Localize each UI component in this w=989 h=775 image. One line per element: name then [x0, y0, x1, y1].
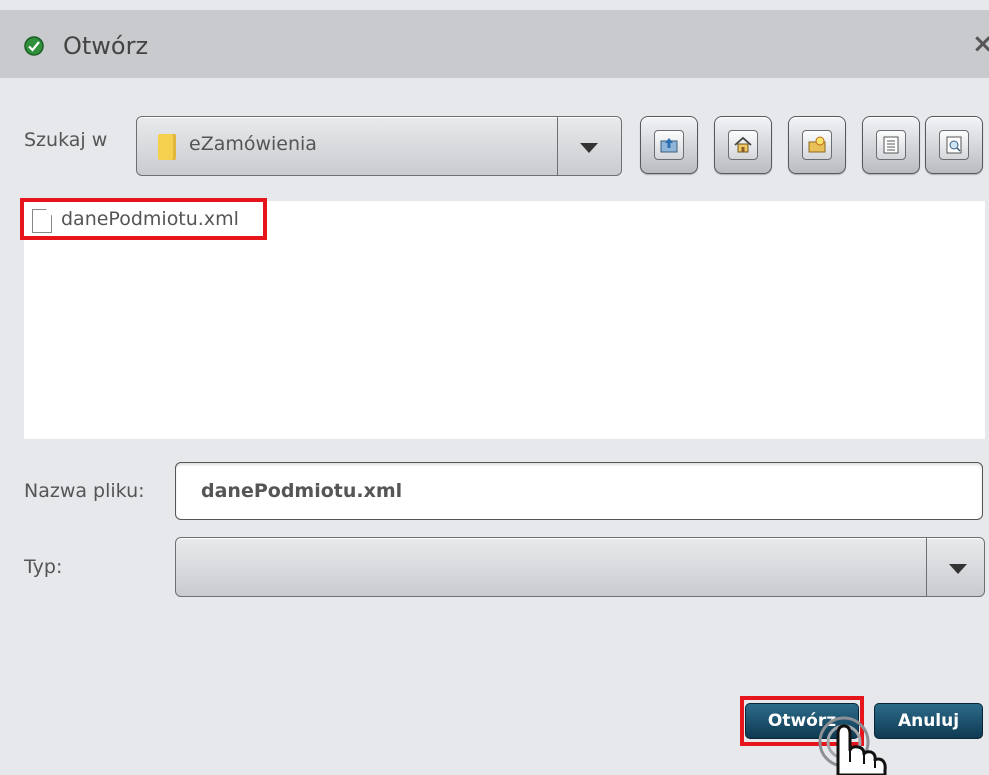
filename-label: Nazwa pliku:	[24, 480, 145, 502]
filetype-dropdown[interactable]	[175, 537, 985, 597]
up-folder-icon	[660, 138, 678, 153]
up-folder-button[interactable]	[640, 116, 698, 174]
dialog-titlebar: Otwórz ×	[0, 10, 989, 78]
folder-icon	[158, 134, 176, 160]
new-folder-icon	[808, 136, 826, 153]
look-in-label: Szukaj w	[24, 129, 108, 151]
look-in-value: eZamówienia	[189, 133, 317, 155]
close-icon[interactable]: ×	[972, 29, 989, 59]
details-view-icon	[946, 136, 962, 154]
home-button[interactable]	[714, 116, 772, 174]
filename-input[interactable]	[175, 462, 983, 520]
dialog-title: Otwórz	[63, 32, 149, 60]
list-view-icon	[883, 136, 899, 154]
look-in-dropdown[interactable]: eZamówienia	[136, 116, 622, 176]
dropdown-separator	[926, 538, 927, 596]
chevron-down-icon[interactable]	[949, 564, 967, 574]
file-icon	[32, 209, 52, 233]
app-logo-icon	[24, 36, 44, 56]
details-view-button[interactable]	[925, 116, 983, 174]
file-item[interactable]: danePodmiotu.xml	[20, 198, 267, 240]
chevron-down-icon[interactable]	[580, 143, 598, 153]
dropdown-separator	[557, 117, 558, 175]
new-folder-button[interactable]	[788, 116, 846, 174]
list-view-button[interactable]	[862, 116, 920, 174]
filetype-label: Typ:	[24, 556, 63, 578]
hand-cursor-icon	[818, 716, 887, 775]
file-name: danePodmiotu.xml	[61, 208, 239, 230]
home-icon	[734, 136, 752, 153]
